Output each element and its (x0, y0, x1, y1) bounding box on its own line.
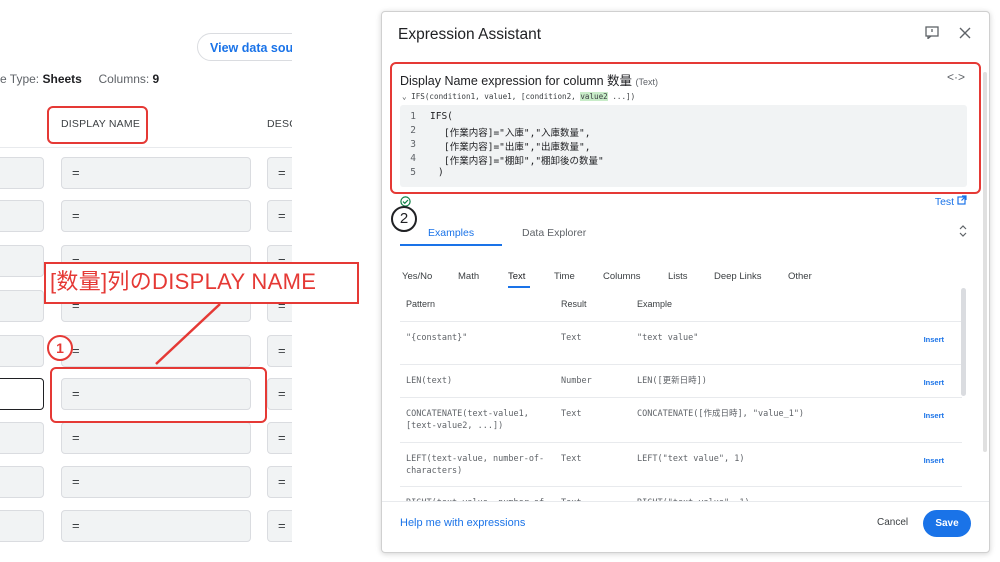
examples-scrollbar[interactable] (961, 288, 966, 396)
display-name-field[interactable]: = (61, 200, 251, 232)
column-name-field[interactable] (0, 200, 44, 232)
example-cell: LEN([更新日時]) (637, 376, 707, 386)
category-math[interactable]: Math (458, 271, 479, 282)
display-name-field[interactable]: = (61, 422, 251, 454)
meta-columns-label: Columns: (98, 72, 150, 86)
display-name-header-highlight (47, 106, 148, 144)
example-column-header: Example (637, 299, 673, 309)
active-tab-indicator (400, 244, 502, 246)
category-other[interactable]: Other (788, 271, 812, 282)
view-data-source-button[interactable]: View data sourc (197, 33, 292, 61)
description-field[interactable]: = (267, 378, 292, 410)
result-cell: Number (561, 376, 592, 386)
example-row: LEN(text) Number LEN([更新日時]) Insert (400, 364, 962, 401)
annotation-callout: [数量]列のDISPLAY NAME (44, 262, 359, 304)
target-cell-highlight (50, 367, 267, 423)
category-yes-no[interactable]: Yes/No (402, 271, 432, 282)
description-field[interactable]: = (267, 422, 292, 454)
display-name-field[interactable]: = (61, 510, 251, 542)
test-link[interactable]: Test (935, 195, 967, 208)
example-row: "{constant}" Text "text value" Insert (400, 321, 962, 358)
expression-editor-highlight (390, 62, 981, 194)
meta-type-label: e Type: (0, 72, 40, 86)
footer-divider (382, 501, 989, 502)
feedback-icon[interactable] (925, 26, 943, 43)
example-row: LEFT(text-value, number-of- characters) T… (400, 442, 962, 487)
pattern-cell: "{constant}" (406, 333, 468, 343)
pattern-column-header: Pattern (406, 299, 436, 309)
example-cell: LEFT("text value", 1) (637, 454, 745, 464)
examples-table: Pattern Result Example "{constant}" Text "… (400, 293, 962, 501)
category-columns[interactable]: Columns (603, 271, 641, 282)
callout-connector (155, 303, 221, 365)
column-name-field[interactable] (0, 510, 44, 542)
pattern-cell: LEN(text) (406, 376, 453, 386)
tab-data-explorer[interactable]: Data Explorer (522, 227, 586, 239)
insert-button[interactable]: Insert (924, 411, 944, 420)
category-text[interactable]: Text (508, 271, 525, 282)
description-field[interactable]: = (267, 157, 292, 189)
header-divider (0, 147, 292, 148)
column-name-field[interactable] (0, 245, 44, 277)
collapse-icon[interactable] (959, 225, 967, 240)
table-meta: e Type: Sheets Columns: 9 (0, 72, 159, 86)
save-button[interactable]: Save (923, 510, 971, 537)
meta-columns-value: 9 (152, 72, 160, 86)
result-cell: Text (561, 409, 582, 419)
dialog-scrollbar[interactable] (983, 72, 987, 452)
insert-button[interactable]: Insert (924, 378, 944, 387)
description-field[interactable]: = (267, 335, 292, 367)
example-cell: "text value" (637, 333, 699, 343)
display-name-field[interactable]: = (61, 157, 251, 189)
step-1-marker: 1 (47, 335, 73, 361)
column-name-field[interactable] (0, 157, 44, 189)
pattern-cell: LEFT(text-value, number-of- characters) (406, 454, 545, 476)
result-cell: Text (561, 454, 582, 464)
description-column-header: DESC (267, 118, 292, 130)
help-with-expressions-link[interactable]: Help me with expressions (400, 517, 525, 529)
dialog-title: Expression Assistant (398, 26, 542, 43)
description-field[interactable]: = (267, 510, 292, 542)
pattern-cell: CONCATENATE(text-value1, [text-value2, .… (406, 409, 529, 431)
column-name-field[interactable] (0, 335, 44, 367)
column-name-field[interactable] (0, 466, 44, 498)
tab-examples[interactable]: Examples (428, 227, 474, 239)
test-link-label: Test (934, 196, 955, 208)
dialog-toolbar (909, 26, 971, 43)
category-deep-links[interactable]: Deep Links (714, 271, 762, 282)
result-cell: Text (561, 333, 582, 343)
close-icon[interactable] (959, 26, 971, 43)
cancel-button[interactable]: Cancel (877, 517, 908, 528)
category-lists[interactable]: Lists (668, 271, 688, 282)
insert-button[interactable]: Insert (924, 456, 944, 465)
column-name-field[interactable] (0, 422, 44, 454)
example-row: CONCATENATE(text-value1, [text-value2, .… (400, 397, 962, 442)
example-row: RIGHT(text-value, number-of-TextRIGHT("t… (400, 486, 962, 501)
example-cell: CONCATENATE([作成日時], "value_1") (637, 409, 805, 419)
insert-button[interactable]: Insert (924, 335, 944, 344)
result-column-header: Result (561, 299, 587, 309)
category-time[interactable]: Time (554, 271, 575, 282)
active-category-indicator (508, 286, 530, 288)
meta-type-value: Sheets (42, 72, 82, 86)
description-field[interactable]: = (267, 466, 292, 498)
step-2-marker: 2 (391, 206, 417, 232)
column-name-field[interactable] (0, 378, 44, 410)
display-name-field[interactable]: = (61, 466, 251, 498)
column-name-field[interactable] (0, 290, 44, 322)
external-link-icon (957, 195, 967, 205)
description-field[interactable]: = (267, 200, 292, 232)
